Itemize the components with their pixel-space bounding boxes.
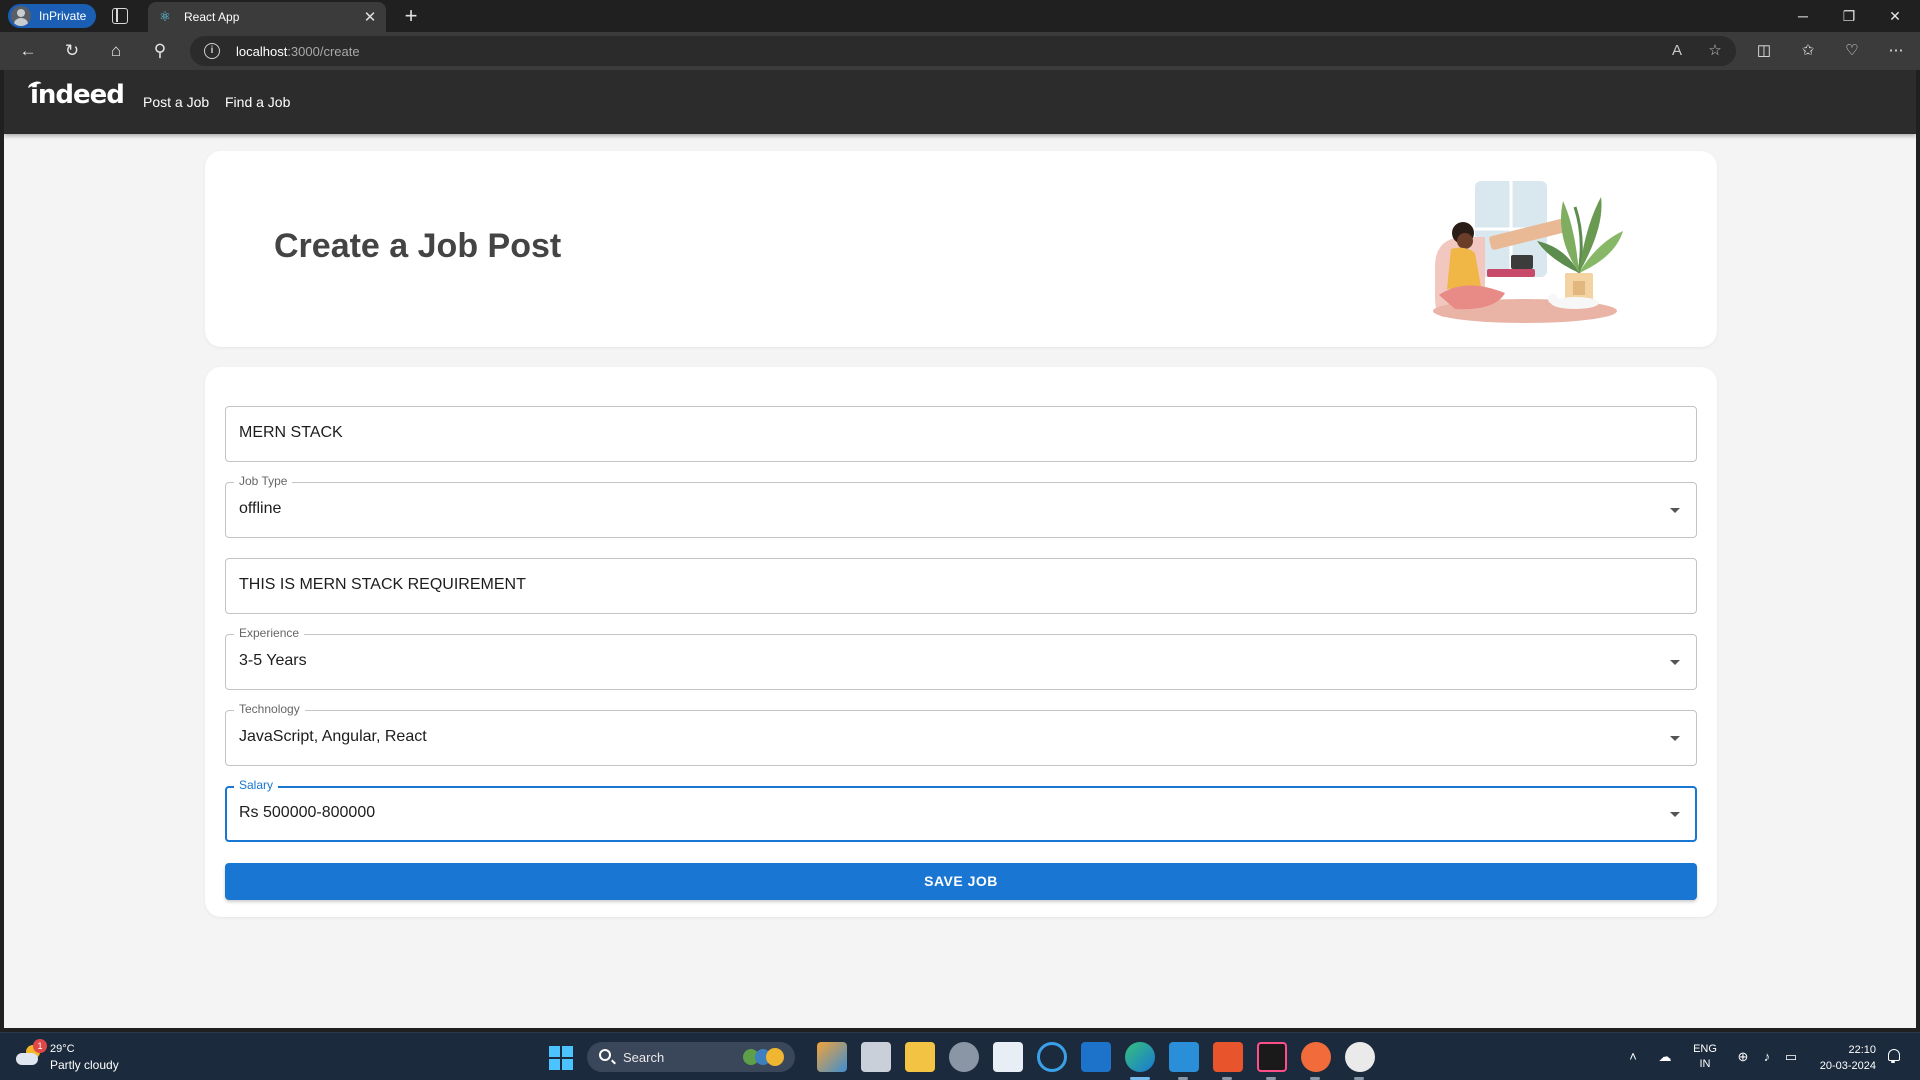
- hero-card: Create a Job Post: [205, 151, 1717, 347]
- experience-label: Experience: [234, 626, 305, 640]
- back-icon[interactable]: ←: [16, 39, 40, 63]
- refresh-icon[interactable]: ↻: [60, 39, 84, 63]
- network-icon[interactable]: ⊕: [1733, 1049, 1753, 1065]
- nav-find-a-job[interactable]: Find a Job: [225, 94, 290, 110]
- job-description-value: THIS IS MERN STACK REQUIREMENT: [239, 576, 526, 593]
- profile-avatar-icon: [11, 6, 31, 26]
- search-icon[interactable]: ⚲: [148, 39, 172, 63]
- chevron-down-icon: [1670, 508, 1680, 513]
- outlook-icon[interactable]: [1081, 1042, 1111, 1072]
- browser-essentials-icon[interactable]: ♡: [1840, 39, 1864, 63]
- address-bar[interactable]: i localhost:3000/create A ☆: [190, 36, 1736, 66]
- site-info-icon[interactable]: i: [204, 43, 220, 59]
- browser-toolbar: ← ↻ ⌂ ⚲ i localhost:3000/create A ☆ ◫ ✩ …: [0, 32, 1920, 70]
- lang-line2: IN: [1699, 1058, 1711, 1070]
- job-description-field[interactable]: THIS IS MERN STACK REQUIREMENT: [225, 558, 1697, 614]
- battery-icon[interactable]: ▭: [1781, 1049, 1801, 1065]
- new-tab-button[interactable]: +: [398, 2, 424, 30]
- vscode-icon[interactable]: [1169, 1042, 1199, 1072]
- salary-select[interactable]: Salary Rs 500000-800000: [225, 778, 1697, 842]
- technology-select[interactable]: Technology JavaScript, Angular, React: [225, 702, 1697, 766]
- edge-browser-icon[interactable]: [1125, 1042, 1155, 1072]
- tab-title: React App: [184, 10, 240, 24]
- tab-actions-icon[interactable]: [112, 8, 128, 24]
- mongodb-compass-icon[interactable]: [1345, 1042, 1375, 1072]
- app-navbar: indeed Post a Job Find a Job: [4, 70, 1916, 134]
- browser-tab-react-app[interactable]: ⚛ React App ✕: [148, 2, 386, 32]
- chevron-down-icon: [1670, 660, 1680, 665]
- technology-label: Technology: [234, 702, 305, 716]
- windows-taskbar: 1 29°C Partly cloudy Search ˄ ☁ ENG IN ⊕…: [0, 1032, 1920, 1080]
- chevron-down-icon: [1670, 736, 1680, 741]
- job-type-select[interactable]: Job Type offline: [225, 474, 1697, 538]
- postman-icon[interactable]: [1301, 1042, 1331, 1072]
- language-indicator[interactable]: ENG IN: [1690, 1042, 1720, 1072]
- show-hidden-icons-icon[interactable]: ˄: [1623, 1049, 1643, 1065]
- clock-date: 20-03-2024: [1819, 1060, 1876, 1072]
- salary-label: Salary: [234, 778, 279, 792]
- experience-value: 3-5 Years: [239, 652, 307, 669]
- inprivate-profile-button[interactable]: InPrivate: [8, 4, 96, 28]
- cortana-icon[interactable]: [1037, 1042, 1067, 1072]
- brave-browser-icon[interactable]: [1213, 1042, 1243, 1072]
- weather-badge: 1: [33, 1039, 47, 1053]
- onedrive-cloud-icon[interactable]: ☁: [1655, 1049, 1675, 1065]
- weather-widget[interactable]: 1 29°C Partly cloudy: [16, 1039, 146, 1075]
- nav-post-a-job[interactable]: Post a Job: [143, 94, 209, 110]
- favorites-icon[interactable]: ✩: [1796, 39, 1820, 63]
- job-title-value: MERN STACK: [239, 424, 343, 441]
- react-favicon-icon: ⚛: [159, 9, 171, 24]
- restore-window-icon[interactable]: ❐: [1826, 0, 1872, 32]
- experience-select[interactable]: Experience 3-5 Years: [225, 626, 1697, 690]
- url-host: localhost: [236, 43, 288, 59]
- notification-bell-icon[interactable]: [1886, 1049, 1900, 1063]
- job-type-label: Job Type: [234, 474, 293, 488]
- job-title-field[interactable]: MERN STACK: [225, 406, 1697, 462]
- search-highlight-icon: [743, 1048, 784, 1066]
- page-title: Create a Job Post: [274, 227, 562, 265]
- intellij-icon[interactable]: [1257, 1042, 1287, 1072]
- indeed-logo[interactable]: indeed: [27, 79, 125, 110]
- taskbar-search-placeholder: Search: [623, 1050, 665, 1065]
- technology-value: JavaScript, Angular, React: [239, 728, 427, 745]
- split-screen-icon[interactable]: ◫: [1752, 39, 1776, 63]
- lang-line1: ENG: [1693, 1043, 1717, 1055]
- favorite-star-icon[interactable]: ☆: [1704, 40, 1726, 62]
- close-tab-icon[interactable]: ✕: [360, 8, 380, 26]
- page-viewport: indeed Post a Job Find a Job Create a Jo…: [4, 70, 1916, 1028]
- clock-time: 22:10: [1848, 1044, 1876, 1056]
- more-menu-icon[interactable]: ⋯: [1884, 39, 1908, 63]
- taskbar-search-box[interactable]: Search: [587, 1042, 795, 1072]
- read-aloud-icon[interactable]: A: [1666, 40, 1688, 62]
- file-explorer-icon[interactable]: [905, 1042, 935, 1072]
- cloud-icon: [16, 1053, 38, 1065]
- task-view-icon[interactable]: [861, 1042, 891, 1072]
- search-icon: [599, 1049, 611, 1061]
- settings-gear-icon[interactable]: [949, 1042, 979, 1072]
- person-working-illustration: [1433, 181, 1623, 323]
- close-window-icon[interactable]: ✕: [1872, 0, 1918, 32]
- microsoft-store-icon[interactable]: [993, 1042, 1023, 1072]
- minimize-window-icon[interactable]: ─: [1780, 0, 1826, 32]
- inprivate-label: InPrivate: [39, 9, 87, 23]
- weather-condition: Partly cloudy: [50, 1058, 119, 1072]
- browser-tab-bar: InPrivate ⚛ React App ✕ + ─ ❐ ✕: [0, 0, 1920, 32]
- home-icon[interactable]: ⌂: [104, 39, 128, 63]
- job-type-value: offline: [239, 500, 282, 517]
- copilot-icon[interactable]: [817, 1042, 847, 1072]
- volume-icon[interactable]: ♪: [1757, 1049, 1777, 1065]
- save-job-button[interactable]: SAVE JOB: [225, 863, 1697, 900]
- url-path: :3000/create: [287, 43, 360, 59]
- job-form-card: MERN STACK Job Type offline THIS IS MERN…: [205, 367, 1717, 917]
- taskbar-clock[interactable]: 22:10 20-03-2024: [1810, 1042, 1876, 1074]
- weather-temp: 29°C: [50, 1043, 75, 1055]
- logo-text: indeed: [30, 80, 125, 110]
- salary-value: Rs 500000-800000: [239, 804, 376, 821]
- windows-start-icon[interactable]: [549, 1046, 573, 1070]
- chevron-down-icon: [1670, 812, 1680, 817]
